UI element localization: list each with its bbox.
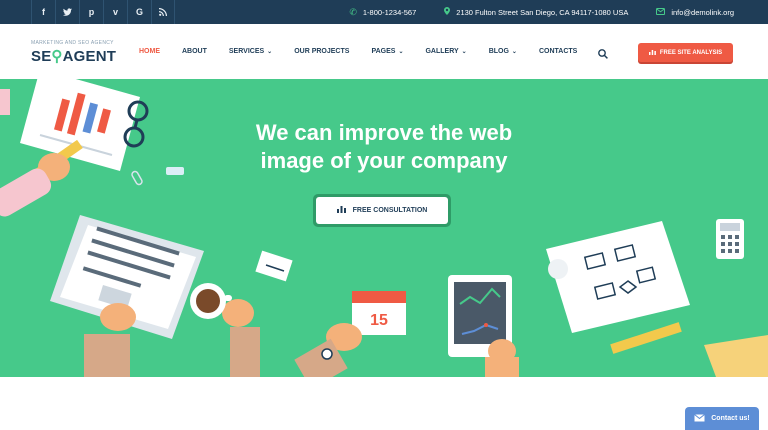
calculator-icon <box>716 219 744 259</box>
free-consultation-inner: FREE CONSULTATION <box>316 197 448 224</box>
bar-chart-icon <box>648 49 656 57</box>
phone-contact[interactable]: ✆ 1-800-1234-567 <box>349 7 416 18</box>
map-pin-icon <box>444 7 451 17</box>
phone-icon: ✆ <box>349 6 357 17</box>
nav-home-label: HOME <box>139 48 160 55</box>
wristwatch-icon <box>321 348 333 360</box>
nav-pages[interactable]: PAGES ⌄ <box>371 48 403 55</box>
logo-tagline: MARKETING AND SEO AGENCY <box>31 40 114 46</box>
logo-wordmark: SE⚲AGENT <box>31 47 116 65</box>
nav-services-label: SERVICES <box>228 48 265 55</box>
nav-home[interactable]: HOME <box>139 48 160 55</box>
main-nav: HOME ABOUT SERVICES ⌄ OUR PROJECTS PAGES ⌄… <box>139 24 599 79</box>
address-text: 2130 Fulton Street San Diego, CA 94117-1… <box>456 7 629 17</box>
free-consultation-label: FREE CONSULTATION <box>352 207 428 214</box>
nav-our-projects[interactable]: OUR PROJECTS <box>294 48 349 55</box>
chevron-down-icon: ⌄ <box>511 49 517 55</box>
rss-icon[interactable] <box>151 0 175 24</box>
nav-gallery[interactable]: GALLERY ⌄ <box>425 48 466 55</box>
address-contact: 2130 Fulton Street San Diego, CA 94117-1… <box>444 7 628 17</box>
hero-headline-line2: image of your company <box>260 148 508 173</box>
logo-magnifier-icon: ⚲ <box>51 48 63 65</box>
facebook-icon[interactable]: f <box>31 0 55 24</box>
free-site-analysis-label: FREE SITE ANALYSIS <box>659 49 723 56</box>
envelope-icon <box>656 7 666 17</box>
hero-headline-line1: We can improve the web <box>255 120 513 145</box>
bar-chart-icon <box>336 206 346 215</box>
calendar-icon: 15 <box>352 291 406 335</box>
chevron-down-icon: ⌄ <box>398 49 404 55</box>
contact-us-widget[interactable]: Contact us! <box>685 407 759 430</box>
social-links: f p v G <box>31 0 175 24</box>
flowchart-paper-icon <box>546 221 690 333</box>
nav-pages-label: PAGES <box>371 48 396 55</box>
nav-our-projects-label: OUR PROJECTS <box>294 48 350 55</box>
logo-text-se: SE <box>31 48 52 65</box>
email-contact[interactable]: info@demolink.org <box>656 7 734 17</box>
site-header: MARKETING AND SEO AGENCY SE⚲AGENT HOME A… <box>0 24 768 79</box>
top-bar: f p v G ✆ 1-800-1234-567 2130 Fulton Str… <box>0 0 768 24</box>
nav-blog[interactable]: BLOG ⌄ <box>489 48 517 55</box>
pinterest-icon[interactable]: p <box>79 0 103 24</box>
free-site-analysis-button[interactable]: FREE SITE ANALYSIS <box>638 43 733 62</box>
nav-contacts[interactable]: CONTACTS <box>539 48 577 55</box>
search-icon[interactable] <box>598 46 608 59</box>
contact-info: ✆ 1-800-1234-567 2130 Fulton Street San … <box>349 0 734 24</box>
vimeo-icon[interactable]: v <box>103 0 127 24</box>
calendar-day: 15 <box>370 312 388 329</box>
free-consultation-button[interactable]: FREE CONSULTATION <box>313 194 451 227</box>
nav-blog-label: BLOG <box>488 48 509 55</box>
twitter-icon[interactable] <box>55 0 79 24</box>
phone-number[interactable]: 1-800-1234-567 <box>363 8 416 17</box>
business-card-icon <box>255 250 293 282</box>
chevron-down-icon: ⌄ <box>461 49 467 55</box>
chevron-down-icon: ⌄ <box>267 49 273 55</box>
nav-about-label: ABOUT <box>182 48 207 55</box>
google-icon[interactable]: G <box>127 0 151 24</box>
email-address[interactable]: info@demolink.org <box>671 8 734 17</box>
nav-contacts-label: CONTACTS <box>538 48 578 55</box>
hero-banner: 15 We can improve the web image of your … <box>0 79 768 377</box>
nav-about[interactable]: ABOUT <box>182 48 207 55</box>
envelope-icon <box>694 413 706 424</box>
hero-headline: We can improve the web image of your com… <box>0 119 768 175</box>
contact-us-label: Contact us! <box>711 415 750 422</box>
site-logo[interactable]: MARKETING AND SEO AGENCY SE⚲AGENT <box>31 40 116 65</box>
nav-services[interactable]: SERVICES ⌄ <box>229 48 272 55</box>
logo-text-agent: AGENT <box>62 48 117 65</box>
nav-gallery-label: GALLERY <box>425 48 459 55</box>
